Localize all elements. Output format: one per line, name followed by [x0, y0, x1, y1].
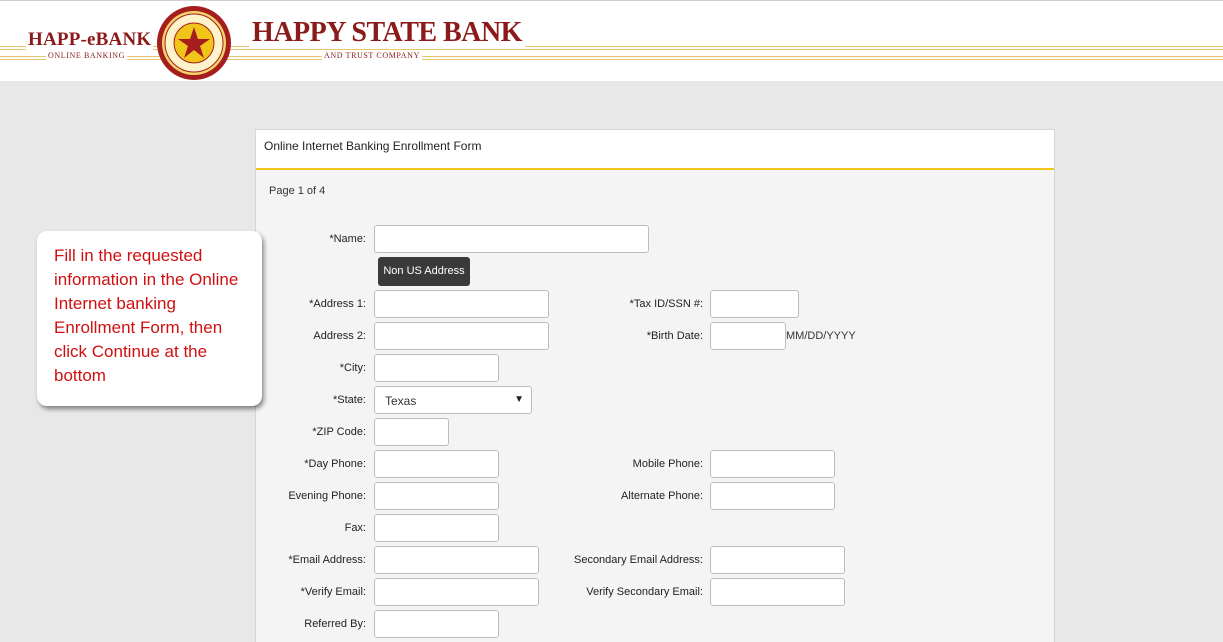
happ-ebank-logo-title[interactable]: HAPP-eBANK [26, 29, 154, 51]
happ-ebank-logo-subtitle: ONLINE BANKING [46, 51, 128, 60]
verify-secondary-email-label: Verify Secondary Email: [586, 586, 703, 598]
birth-date-format-hint: MM/DD/YYYY [786, 330, 856, 342]
alternate-phone-input[interactable] [710, 482, 835, 510]
verify-secondary-email-input[interactable] [710, 578, 845, 606]
fax-label: Fax: [344, 522, 366, 534]
instruction-tooltip: Fill in the requested information in the… [37, 231, 262, 406]
bank-seal-logo[interactable] [156, 5, 232, 81]
state-label: *State: [332, 394, 366, 406]
address2-input[interactable] [374, 322, 549, 350]
happy-state-bank-logo-title[interactable]: HAPPY STATE BANK [249, 17, 525, 49]
city-input[interactable] [374, 354, 499, 382]
day-phone-input[interactable] [374, 450, 499, 478]
page-indicator: Page 1 of 4 [269, 185, 326, 197]
fax-input[interactable] [374, 514, 499, 542]
form-title: Online Internet Banking Enrollment Form [256, 130, 1054, 170]
state-select-value: Texas [385, 394, 417, 408]
email-label: *Email Address: [288, 554, 366, 566]
evening-phone-label: Evening Phone: [288, 490, 366, 502]
happy-state-bank-logo-subtitle: AND TRUST COMPANY [322, 51, 422, 60]
chevron-down-icon: ▼ [514, 394, 524, 405]
instruction-tooltip-text: Fill in the requested information in the… [54, 246, 239, 385]
name-input[interactable] [374, 225, 649, 253]
email-input[interactable] [374, 546, 539, 574]
mobile-phone-input[interactable] [710, 450, 835, 478]
site-header: HAPP-eBANK ONLINE BANKING HAPPY STATE BA… [0, 0, 1223, 81]
alternate-phone-label: Alternate Phone: [621, 490, 703, 502]
state-select[interactable]: Texas ▼ [374, 386, 532, 414]
referred-by-label: Referred By: [304, 618, 366, 630]
verify-email-label: *Verify Email: [300, 586, 366, 598]
address2-label: Address 2: [313, 330, 366, 342]
day-phone-label: *Day Phone: [304, 458, 366, 470]
city-label: *City: [339, 362, 366, 374]
enrollment-form-panel: Online Internet Banking Enrollment Form … [255, 129, 1055, 642]
address1-input[interactable] [374, 290, 549, 318]
address1-label: *Address 1: [309, 298, 366, 310]
tax-id-input[interactable] [710, 290, 799, 318]
non-us-address-button[interactable]: Non US Address [378, 257, 470, 286]
zip-input[interactable] [374, 418, 449, 446]
tax-id-label: *Tax ID/SSN #: [629, 298, 703, 310]
mobile-phone-label: Mobile Phone: [632, 458, 703, 470]
secondary-email-label: Secondary Email Address: [573, 554, 703, 566]
verify-email-input[interactable] [374, 578, 539, 606]
birth-date-label: *Birth Date: [646, 330, 703, 342]
zip-label: *ZIP Code: [312, 426, 366, 438]
referred-by-input[interactable] [374, 610, 499, 638]
secondary-email-input[interactable] [710, 546, 845, 574]
name-label: *Name: [329, 233, 366, 245]
evening-phone-input[interactable] [374, 482, 499, 510]
birth-date-input[interactable] [710, 322, 786, 350]
